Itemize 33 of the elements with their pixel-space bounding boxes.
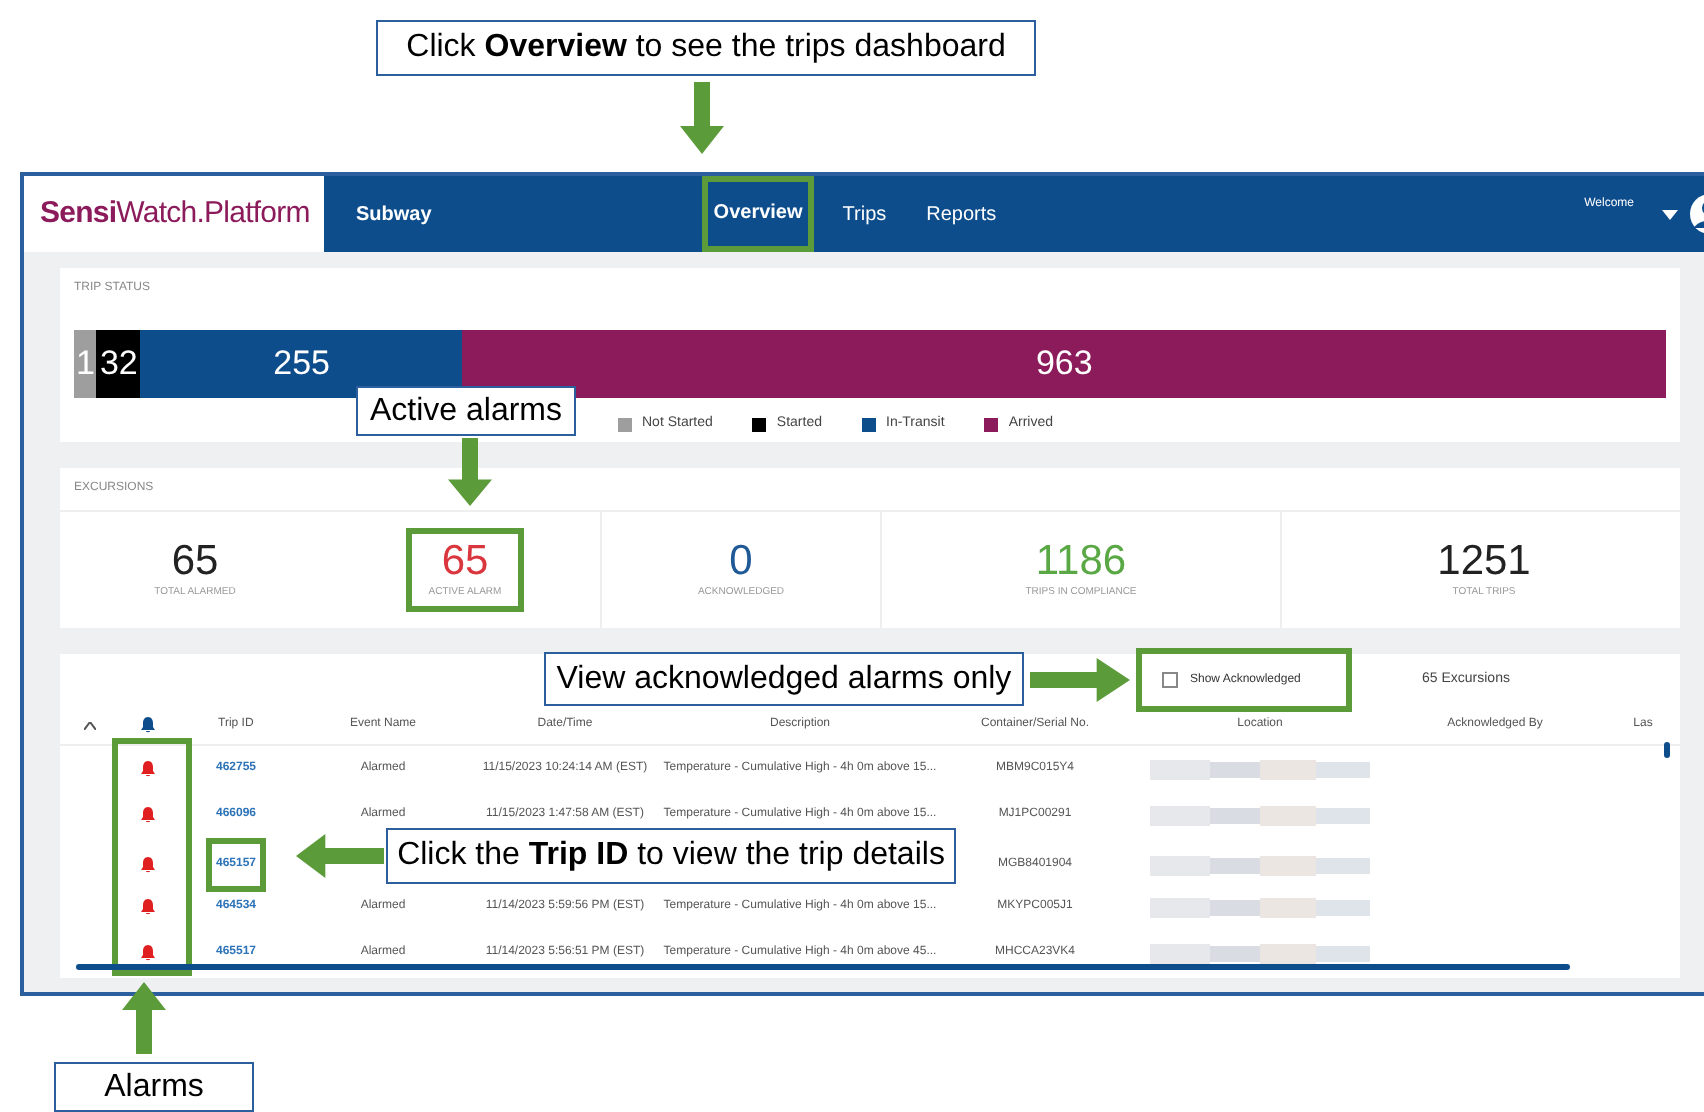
bell-icon: [140, 944, 156, 962]
status-bar-segment: 32: [96, 330, 141, 398]
logo: SensiWatch.Platform: [40, 193, 310, 234]
status-bar-segment: 963: [462, 330, 1667, 398]
stat-value: 65: [171, 538, 219, 587]
callout-label: Active alarms: [356, 386, 576, 436]
vertical-scrollbar: [1664, 742, 1670, 758]
nav-tab[interactable]: Trips: [830, 176, 899, 252]
caret-icon: [1662, 209, 1678, 219]
bell-icon: [140, 716, 156, 734]
bell-icon: [140, 760, 156, 778]
arrow: [448, 438, 492, 506]
arrow: [296, 834, 384, 878]
nav-tab[interactable]: Overview: [701, 176, 815, 252]
account-name: Subway: [356, 201, 432, 229]
stat-value: 65: [441, 538, 489, 587]
sort-caret-icon[interactable]: [84, 721, 96, 729]
callout-label: Alarms: [54, 1062, 254, 1112]
stat-value: 1186: [1035, 538, 1127, 587]
arrow: [680, 82, 724, 154]
stat-value: 1251: [1437, 538, 1531, 587]
bell-icon: [140, 898, 156, 916]
status-bar-segment: 1: [74, 330, 97, 398]
nav-tab[interactable]: Reports: [914, 176, 1009, 252]
callout-label: Click the Trip ID to view the trip details: [386, 828, 956, 884]
arrow: [1030, 658, 1130, 702]
status-bar-segment: 255: [140, 330, 463, 398]
arrow: [122, 982, 166, 1054]
callout-label: Click Overview to see the trips dashboard: [376, 20, 1036, 76]
bell-icon: [140, 856, 156, 874]
stat-value: 0: [729, 538, 753, 587]
callout-label: View acknowledged alarms only: [544, 652, 1024, 706]
bell-icon: [140, 806, 156, 824]
